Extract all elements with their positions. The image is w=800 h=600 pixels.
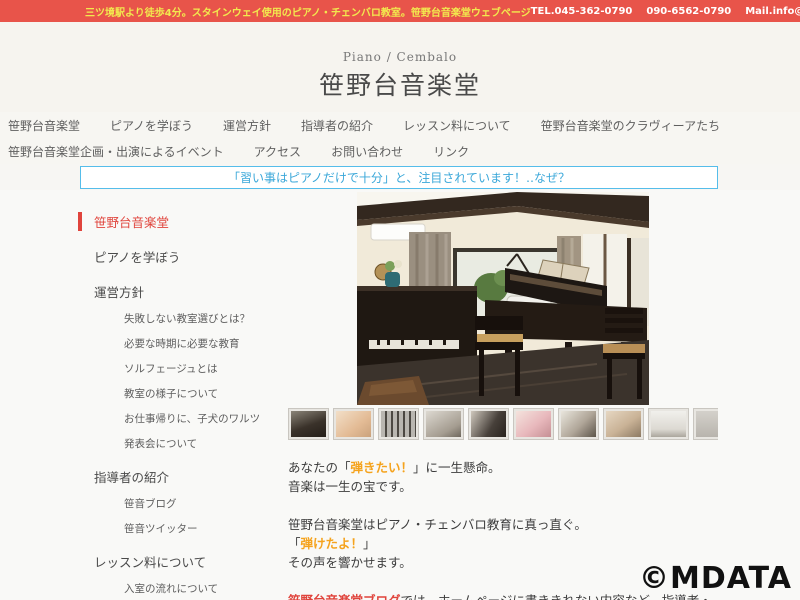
p2-line3: その声を響かせます。	[288, 555, 412, 570]
sidebar-menu: 笹野台音楽堂 ピアノを学ぼう 運営方針 失敗しない教室選びとは？ 必要な時期に必…	[78, 196, 288, 600]
thumbnail-image	[561, 411, 596, 437]
nav-item[interactable]: 笹野台音楽堂のクラヴィーアたち	[541, 117, 721, 134]
sidebar-item[interactable]: レッスン料について	[78, 552, 288, 571]
thumbnail-image	[426, 411, 461, 437]
sidebar-item[interactable]: 入室の流れについて	[78, 581, 288, 596]
nav-item[interactable]: 笹野台音楽堂企画・出演によるイベント	[8, 143, 224, 160]
sidebar-item[interactable]: 笹野台音楽堂	[78, 212, 288, 231]
gallery-thumbnail[interactable]	[558, 408, 599, 440]
nav-item[interactable]: 笹野台音楽堂	[8, 117, 80, 134]
nav-item[interactable]: ピアノを学ぼう	[110, 117, 193, 134]
gallery-thumbnail[interactable]	[423, 408, 464, 440]
main-nav-row2: 笹野台音楽堂企画・出演によるイベント アクセス お問い合わせ リンク	[0, 138, 800, 164]
catchphrase-banner[interactable]: 「習い事はピアノだけで十分」と、注目されています！‥なぜ？	[80, 166, 718, 189]
nav-item[interactable]: アクセス	[254, 143, 301, 160]
nav-item[interactable]: 運営方針	[223, 117, 271, 134]
main-content: あなたの「弾きたい！」に一生懸命。 音楽は一生の宝です。 笹野台音楽堂はピアノ・…	[288, 192, 718, 600]
sidebar-item[interactable]: 笹音ツイッター	[78, 521, 288, 536]
p2-line1: 笹野台音楽堂はピアノ・チェンバロ教育に真っ直ぐ。	[288, 517, 587, 532]
gallery-thumbnail[interactable]	[648, 408, 689, 440]
main-nav-row1: 笹野台音楽堂 ピアノを学ぼう 運営方針 指導者の紹介 レッスン料について 笹野台…	[0, 112, 800, 138]
sidebar-item[interactable]: 指導者の紹介	[78, 467, 288, 486]
gallery-thumbnail[interactable]	[468, 408, 509, 440]
sidebar-item[interactable]: お仕事帰りに、子犬のワルツ	[78, 411, 288, 426]
thumbnail-image	[381, 411, 416, 437]
thumbnail-image	[291, 411, 326, 437]
sidebar-item[interactable]: 教室の様子について	[78, 386, 288, 401]
thumbnail-image	[336, 411, 371, 437]
top-contact-bar: 三ツ境駅より徒歩4分。スタインウェイ使用のピアノ・チェンバロ教室。笹野台音楽堂ウ…	[0, 0, 800, 22]
blog-link[interactable]: 笹野台音楽堂ブログ	[288, 593, 401, 600]
sidebar-item[interactable]: ソルフェージュとは	[78, 361, 288, 376]
p1-pre: あなたの「	[288, 460, 351, 475]
thumbnail-image	[471, 411, 506, 437]
p1-emphasis: 弾きたい！	[350, 460, 414, 475]
site-subtitle: Piano / Cembalo	[342, 50, 458, 64]
gallery-thumbnail[interactable]	[513, 408, 554, 440]
nav-item[interactable]: 指導者の紹介	[301, 117, 373, 134]
p1-line2: 音楽は一生の宝です。	[288, 479, 412, 494]
phone-number-1: TEL.045-362-0790	[530, 5, 633, 17]
p2-emphasis: 弾けたよ！	[300, 536, 364, 551]
mdata-watermark: ©MDATA	[639, 561, 792, 596]
music-room-photo[interactable]	[357, 192, 649, 405]
site-title[interactable]: 笹野台音楽堂	[0, 66, 800, 102]
thumbnail-image	[606, 411, 641, 437]
page: 三ツ境駅より徒歩4分。スタインウェイ使用のピアノ・チェンバロ教室。笹野台音楽堂ウ…	[0, 0, 800, 600]
sidebar-item[interactable]: ピアノを学ぼう	[78, 247, 288, 266]
thumbnail-image	[651, 411, 686, 437]
nav-item[interactable]: お問い合わせ	[331, 143, 403, 160]
nav-item[interactable]: リンク	[433, 143, 469, 160]
music-room-illustration	[357, 192, 649, 405]
gallery-thumbnail[interactable]	[378, 408, 419, 440]
p2-pre: 「	[288, 536, 301, 551]
gallery-thumbnail[interactable]	[693, 408, 718, 440]
p1-post: 」に一生懸命。	[413, 460, 501, 475]
thumbnail-image	[696, 411, 718, 437]
sidebar-item[interactable]: 笹音ブログ	[78, 496, 288, 511]
phone-number-2: 090-6562-0790	[646, 5, 732, 17]
p2-post: 」	[363, 536, 376, 551]
site-header: Piano / Cembalo 笹野台音楽堂	[0, 22, 800, 112]
gallery-thumbnail[interactable]	[603, 408, 644, 440]
sidebar-item[interactable]: 運営方針	[78, 282, 288, 301]
sidebar-item[interactable]: 必要な時期に必要な教育	[78, 336, 288, 351]
paragraph-1: あなたの「弾きたい！」に一生懸命。 音楽は一生の宝です。	[288, 458, 718, 496]
gallery-thumbnail-strip	[288, 408, 718, 442]
gallery-thumbnail[interactable]	[288, 408, 329, 440]
sidebar-item[interactable]: 失敗しない教室選びとは？	[78, 311, 288, 326]
site-tagline: 三ツ境駅より徒歩4分。スタインウェイ使用のピアノ・チェンバロ教室。笹野台音楽堂ウ…	[85, 7, 531, 19]
mail-address: Mail.info@sasaon.com	[745, 5, 800, 17]
contact-info: TEL.045-362-0790 090-6562-0790 Mail.info…	[531, 6, 800, 17]
thumbnail-image	[516, 411, 551, 437]
gallery-thumbnail[interactable]	[333, 408, 374, 440]
sidebar-item[interactable]: 発表会について	[78, 436, 288, 451]
nav-item[interactable]: レッスン料について	[403, 117, 511, 134]
catchphrase-text: 「習い事はピアノだけで十分」と、注目されています！‥なぜ？	[227, 171, 571, 185]
